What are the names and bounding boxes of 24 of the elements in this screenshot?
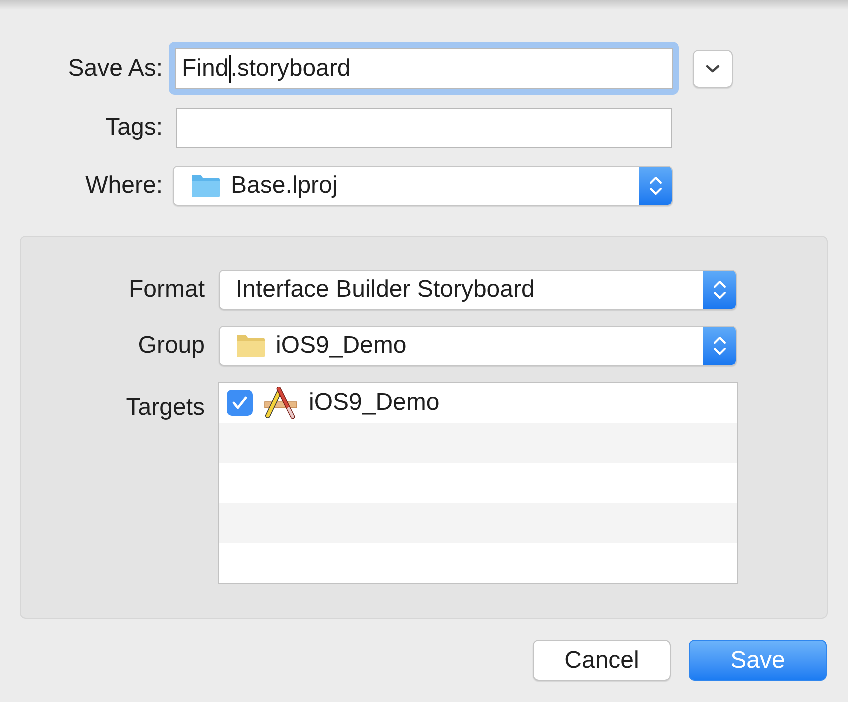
filename-field[interactable]: Find.storyboard xyxy=(169,42,679,95)
folder-icon xyxy=(191,174,221,198)
checkmark-icon xyxy=(232,396,248,410)
location-popup[interactable]: Base.lproj xyxy=(173,166,673,206)
chevron-down-icon xyxy=(706,64,720,72)
cancel-button[interactable]: Cancel xyxy=(533,640,671,681)
checkbox[interactable] xyxy=(227,390,253,416)
tags-field[interactable] xyxy=(176,108,672,148)
target-name: iOS9_Demo xyxy=(309,388,440,418)
up-down-arrows-icon xyxy=(639,167,672,205)
pencil-ruler-icon xyxy=(264,387,298,419)
field-label: Save As: xyxy=(67,54,163,84)
folder-icon xyxy=(236,334,266,358)
expand-button[interactable] xyxy=(693,50,733,88)
field-label: Targets xyxy=(125,393,205,423)
field-label: Tags: xyxy=(104,113,163,143)
text-cursor xyxy=(228,54,231,82)
up-down-arrows-icon xyxy=(703,271,736,309)
format-popup[interactable]: Interface Builder Storyboard xyxy=(219,270,737,310)
field-label: Group xyxy=(137,331,205,361)
field-label: Format xyxy=(128,275,205,305)
field-label: Where: xyxy=(84,171,163,201)
up-down-arrows-icon xyxy=(703,327,736,365)
group-popup[interactable]: iOS9_Demo xyxy=(219,326,737,366)
